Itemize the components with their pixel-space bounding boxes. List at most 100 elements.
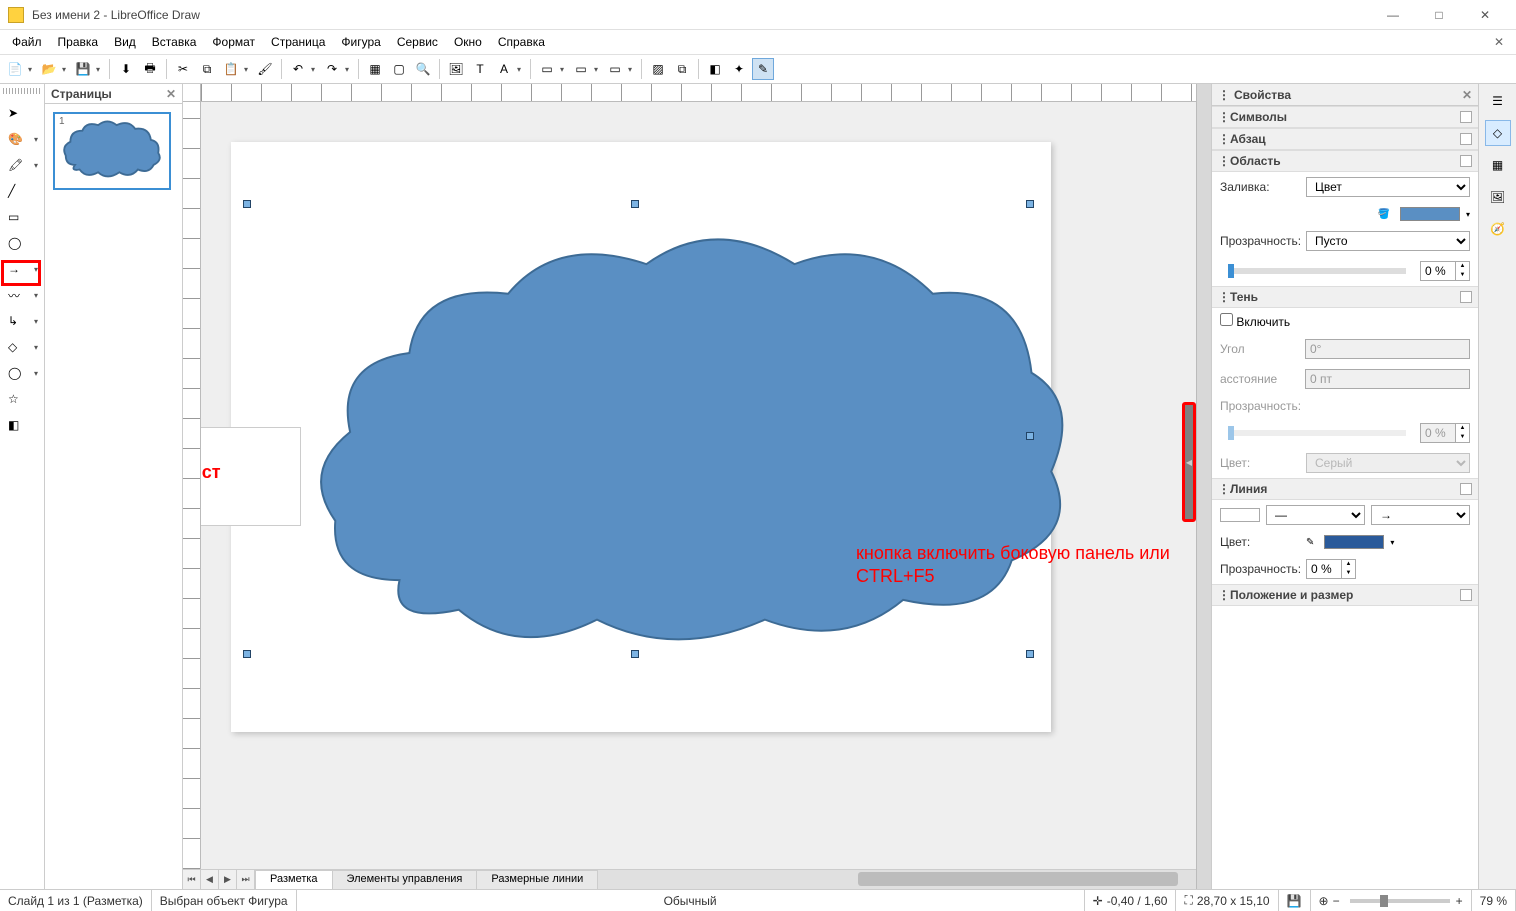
callout-shapes-icon[interactable]: ◧ bbox=[4, 414, 40, 436]
properties-title: Свойства bbox=[1234, 88, 1291, 102]
new-doc-icon[interactable]: 📄 bbox=[4, 58, 26, 80]
shadow-icon[interactable]: ▨ bbox=[647, 58, 669, 80]
fill-color-swatch[interactable] bbox=[1400, 207, 1460, 221]
tab-nav-prev-icon[interactable]: ◀ bbox=[201, 870, 219, 889]
line-tool-icon[interactable]: ╱ bbox=[4, 180, 40, 202]
page-thumbnail[interactable]: 1 bbox=[53, 112, 171, 190]
export-pdf-icon[interactable]: ⬇ bbox=[115, 58, 137, 80]
maximize-button[interactable]: □ bbox=[1416, 0, 1462, 30]
section-area[interactable]: ⋮ Область bbox=[1212, 150, 1478, 172]
transparency-spin[interactable]: ▲▼ bbox=[1420, 261, 1470, 281]
crop-icon[interactable]: ⧉ bbox=[671, 58, 693, 80]
section-symbols[interactable]: ⋮ Символы bbox=[1212, 106, 1478, 128]
distribute-icon[interactable]: ▭ bbox=[604, 58, 626, 80]
page bbox=[231, 142, 1051, 732]
sidebar-toggle-button[interactable]: ◀ bbox=[1182, 402, 1196, 522]
curve-tool-icon[interactable]: 〰▾ bbox=[4, 284, 40, 306]
properties-close-icon[interactable]: ✕ bbox=[1462, 88, 1472, 102]
vertical-ruler[interactable] bbox=[183, 102, 201, 869]
view-tabs: ⏮ ◀ ▶ ⏭ Разметка Элементы управления Раз… bbox=[183, 869, 1196, 889]
tab-nav-last-icon[interactable]: ⏭ bbox=[237, 870, 255, 889]
zoom-out-icon[interactable]: − bbox=[1333, 894, 1340, 908]
menu-window[interactable]: Окно bbox=[446, 32, 490, 52]
sidebar-navigator-icon[interactable]: 🧭 bbox=[1485, 216, 1511, 242]
sidebar-shapes-icon[interactable]: ▦ bbox=[1485, 152, 1511, 178]
minimize-button[interactable]: ― bbox=[1370, 0, 1416, 30]
pages-panel-close-icon[interactable]: ✕ bbox=[166, 87, 176, 101]
line-style-select[interactable]: — bbox=[1266, 505, 1365, 525]
menu-edit[interactable]: Правка bbox=[50, 32, 107, 52]
basic-shapes-icon[interactable]: ◇▾ bbox=[4, 336, 40, 358]
toggle-point-icon[interactable]: ✦ bbox=[728, 58, 750, 80]
open-icon[interactable]: 📂 bbox=[38, 58, 60, 80]
star-shapes-icon[interactable]: ☆ bbox=[4, 388, 40, 410]
sidebar-settings-icon[interactable]: ☰ bbox=[1485, 88, 1511, 114]
tab-nav-first-icon[interactable]: ⏮ bbox=[183, 870, 201, 889]
status-coords: ✛-0,40 / 1,60 bbox=[1085, 890, 1177, 911]
save-icon[interactable]: 💾 bbox=[72, 58, 94, 80]
zoom-fit-icon[interactable]: ⊕ bbox=[1319, 894, 1329, 908]
grid-icon[interactable]: ▦ bbox=[364, 58, 386, 80]
tab-controls[interactable]: Элементы управления bbox=[332, 870, 478, 889]
sidebar-properties-icon[interactable]: ◇ bbox=[1485, 120, 1511, 146]
canvas[interactable]: Выбрать фигуру и растянуть её на лист кн… bbox=[201, 102, 1196, 869]
rectangle-tool-icon[interactable]: ▭ bbox=[4, 206, 40, 228]
section-pos-size[interactable]: ⋮ Положение и размер bbox=[1212, 584, 1478, 606]
line-transparency-spin[interactable]: ▲▼ bbox=[1306, 559, 1356, 579]
menu-view[interactable]: Вид bbox=[106, 32, 144, 52]
zoom-value[interactable]: 79 % bbox=[1471, 890, 1516, 911]
ellipse-tool-icon[interactable]: ◯ bbox=[4, 232, 40, 254]
section-line[interactable]: ⋮ Линия bbox=[1212, 478, 1478, 500]
tab-nav-next-icon[interactable]: ▶ bbox=[219, 870, 237, 889]
fill-type-select[interactable]: Цвет bbox=[1306, 177, 1470, 197]
menu-page[interactable]: Страница bbox=[263, 32, 333, 52]
arrange-icon[interactable]: ▭ bbox=[570, 58, 592, 80]
sidebar-gallery-icon[interactable]: 🖼 bbox=[1485, 184, 1511, 210]
3d-icon[interactable]: ◧ bbox=[704, 58, 726, 80]
redo-icon[interactable]: ↷ bbox=[321, 58, 343, 80]
undo-icon[interactable]: ↶ bbox=[287, 58, 309, 80]
cut-icon[interactable]: ✂ bbox=[172, 58, 194, 80]
transparency-type-select[interactable]: Пусто bbox=[1306, 231, 1470, 251]
standard-toolbar: 📄▾ 📂▾ 💾▾ ⬇ 🖶 ✂ ⧉ 📋▾ 🖌 ↶▾ ↷▾ ▦ ▢ 🔍 🖼 T A▾… bbox=[0, 54, 1516, 84]
transparency-slider[interactable] bbox=[1228, 268, 1406, 274]
print-icon[interactable]: 🖶 bbox=[139, 58, 161, 80]
fontwork-icon[interactable]: A bbox=[493, 58, 515, 80]
copy-icon[interactable]: ⧉ bbox=[196, 58, 218, 80]
zoom-icon[interactable]: 🔍 bbox=[412, 58, 434, 80]
textbox-icon[interactable]: T bbox=[469, 58, 491, 80]
horizontal-scrollbar[interactable] bbox=[597, 870, 1196, 889]
close-button[interactable]: ✕ bbox=[1462, 0, 1508, 30]
line-arrows-select[interactable]: → bbox=[1371, 505, 1470, 525]
menu-insert[interactable]: Вставка bbox=[144, 32, 205, 52]
section-paragraph[interactable]: ⋮ Абзац bbox=[1212, 128, 1478, 150]
line-color-swatch[interactable] bbox=[1324, 535, 1384, 549]
arrow-tool-icon[interactable]: →▾ bbox=[4, 258, 40, 280]
pointer-tool-icon[interactable]: ➤ bbox=[4, 102, 40, 124]
menu-tools[interactable]: Сервис bbox=[389, 32, 446, 52]
fill-color-icon[interactable]: 🎨▾ bbox=[4, 128, 40, 150]
horizontal-ruler[interactable] bbox=[183, 84, 1196, 102]
menu-shape[interactable]: Фигура bbox=[333, 32, 388, 52]
paste-icon[interactable]: 📋 bbox=[220, 58, 242, 80]
status-save-icon[interactable]: 💾 bbox=[1279, 890, 1311, 911]
section-shadow[interactable]: ⋮ Тень bbox=[1212, 286, 1478, 308]
symbol-shapes-icon[interactable]: ◯▾ bbox=[4, 362, 40, 384]
menu-file[interactable]: Файл bbox=[4, 32, 50, 52]
tab-dimlines[interactable]: Размерные линии bbox=[476, 870, 598, 889]
shadow-enable-checkbox[interactable]: Включить bbox=[1220, 313, 1290, 329]
snap-icon[interactable]: ▢ bbox=[388, 58, 410, 80]
zoom-slider[interactable] bbox=[1350, 899, 1450, 903]
menu-format[interactable]: Формат bbox=[204, 32, 263, 52]
document-close-button[interactable]: ✕ bbox=[1486, 35, 1512, 49]
line-color-icon[interactable]: 🖍▾ bbox=[4, 154, 40, 176]
menu-help[interactable]: Справка bbox=[490, 32, 553, 52]
align-icon[interactable]: ▭ bbox=[536, 58, 558, 80]
insert-image-icon[interactable]: 🖼 bbox=[445, 58, 467, 80]
connector-tool-icon[interactable]: ↳▾ bbox=[4, 310, 40, 332]
format-paintbrush-icon[interactable]: 🖌 bbox=[254, 58, 276, 80]
gluepoints-icon[interactable]: ✎ bbox=[752, 58, 774, 80]
tab-layout[interactable]: Разметка bbox=[255, 870, 333, 889]
area-transparency-label: Прозрачность: bbox=[1220, 234, 1300, 248]
zoom-in-icon[interactable]: + bbox=[1456, 894, 1463, 908]
